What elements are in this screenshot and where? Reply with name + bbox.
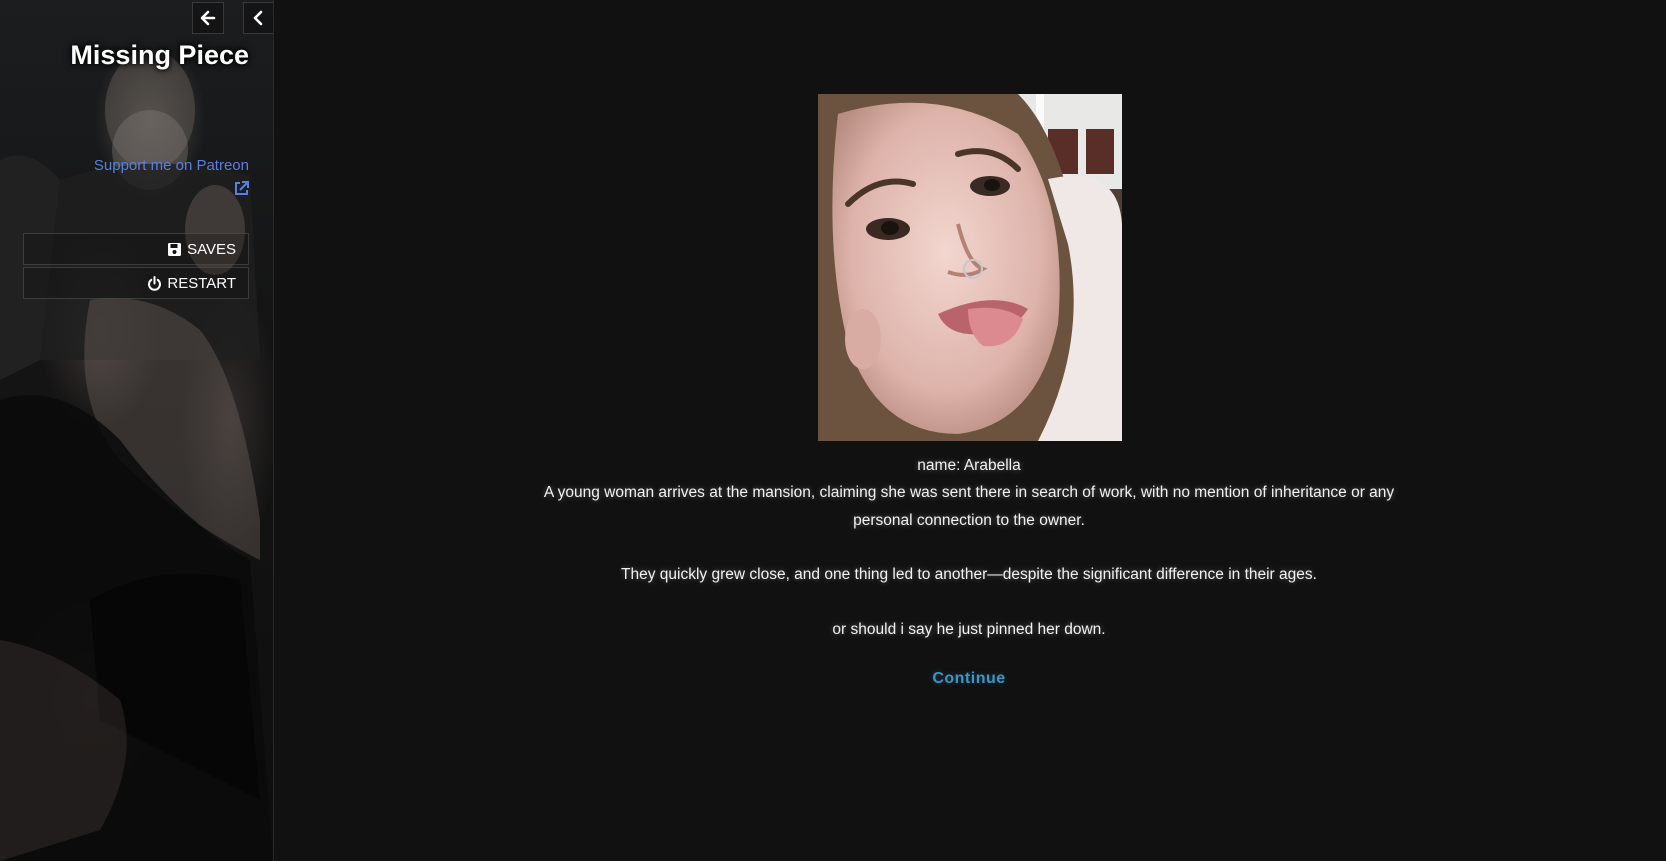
floppy-disk-icon [168, 242, 182, 256]
sidebar-background-art [0, 50, 273, 861]
passage-paragraph: A young woman arrives at the mansion, cl… [543, 484, 1395, 529]
saves-button[interactable]: SAVES [23, 233, 249, 265]
story-title: Missing Piece [70, 40, 249, 70]
restart-button[interactable]: RESTART [23, 267, 249, 299]
restart-label: RESTART [167, 274, 236, 292]
character-name: name: Arabella [917, 457, 1021, 474]
passage-paragraph: They quickly grew close, and one thing l… [621, 566, 1317, 583]
continue-link[interactable]: Continue [524, 670, 1414, 688]
character-portrait [818, 94, 1122, 441]
external-link-icon[interactable] [233, 180, 250, 197]
arrow-left-icon [200, 10, 216, 26]
passage-paragraph: or should i say he just pinned her down. [832, 621, 1106, 638]
patreon-link[interactable]: Support me on Patreon [94, 157, 249, 174]
sidebar: Missing Piece Support me on Patreon SAVE… [0, 0, 274, 861]
saves-label: SAVES [187, 240, 236, 258]
back-button[interactable] [192, 2, 224, 34]
portrait-image [818, 94, 1122, 441]
story-passage: name: Arabella A young woman arrives at … [274, 0, 1666, 861]
power-icon [148, 275, 162, 291]
collapse-sidebar-button[interactable] [243, 2, 273, 34]
chevron-left-icon [253, 10, 263, 26]
